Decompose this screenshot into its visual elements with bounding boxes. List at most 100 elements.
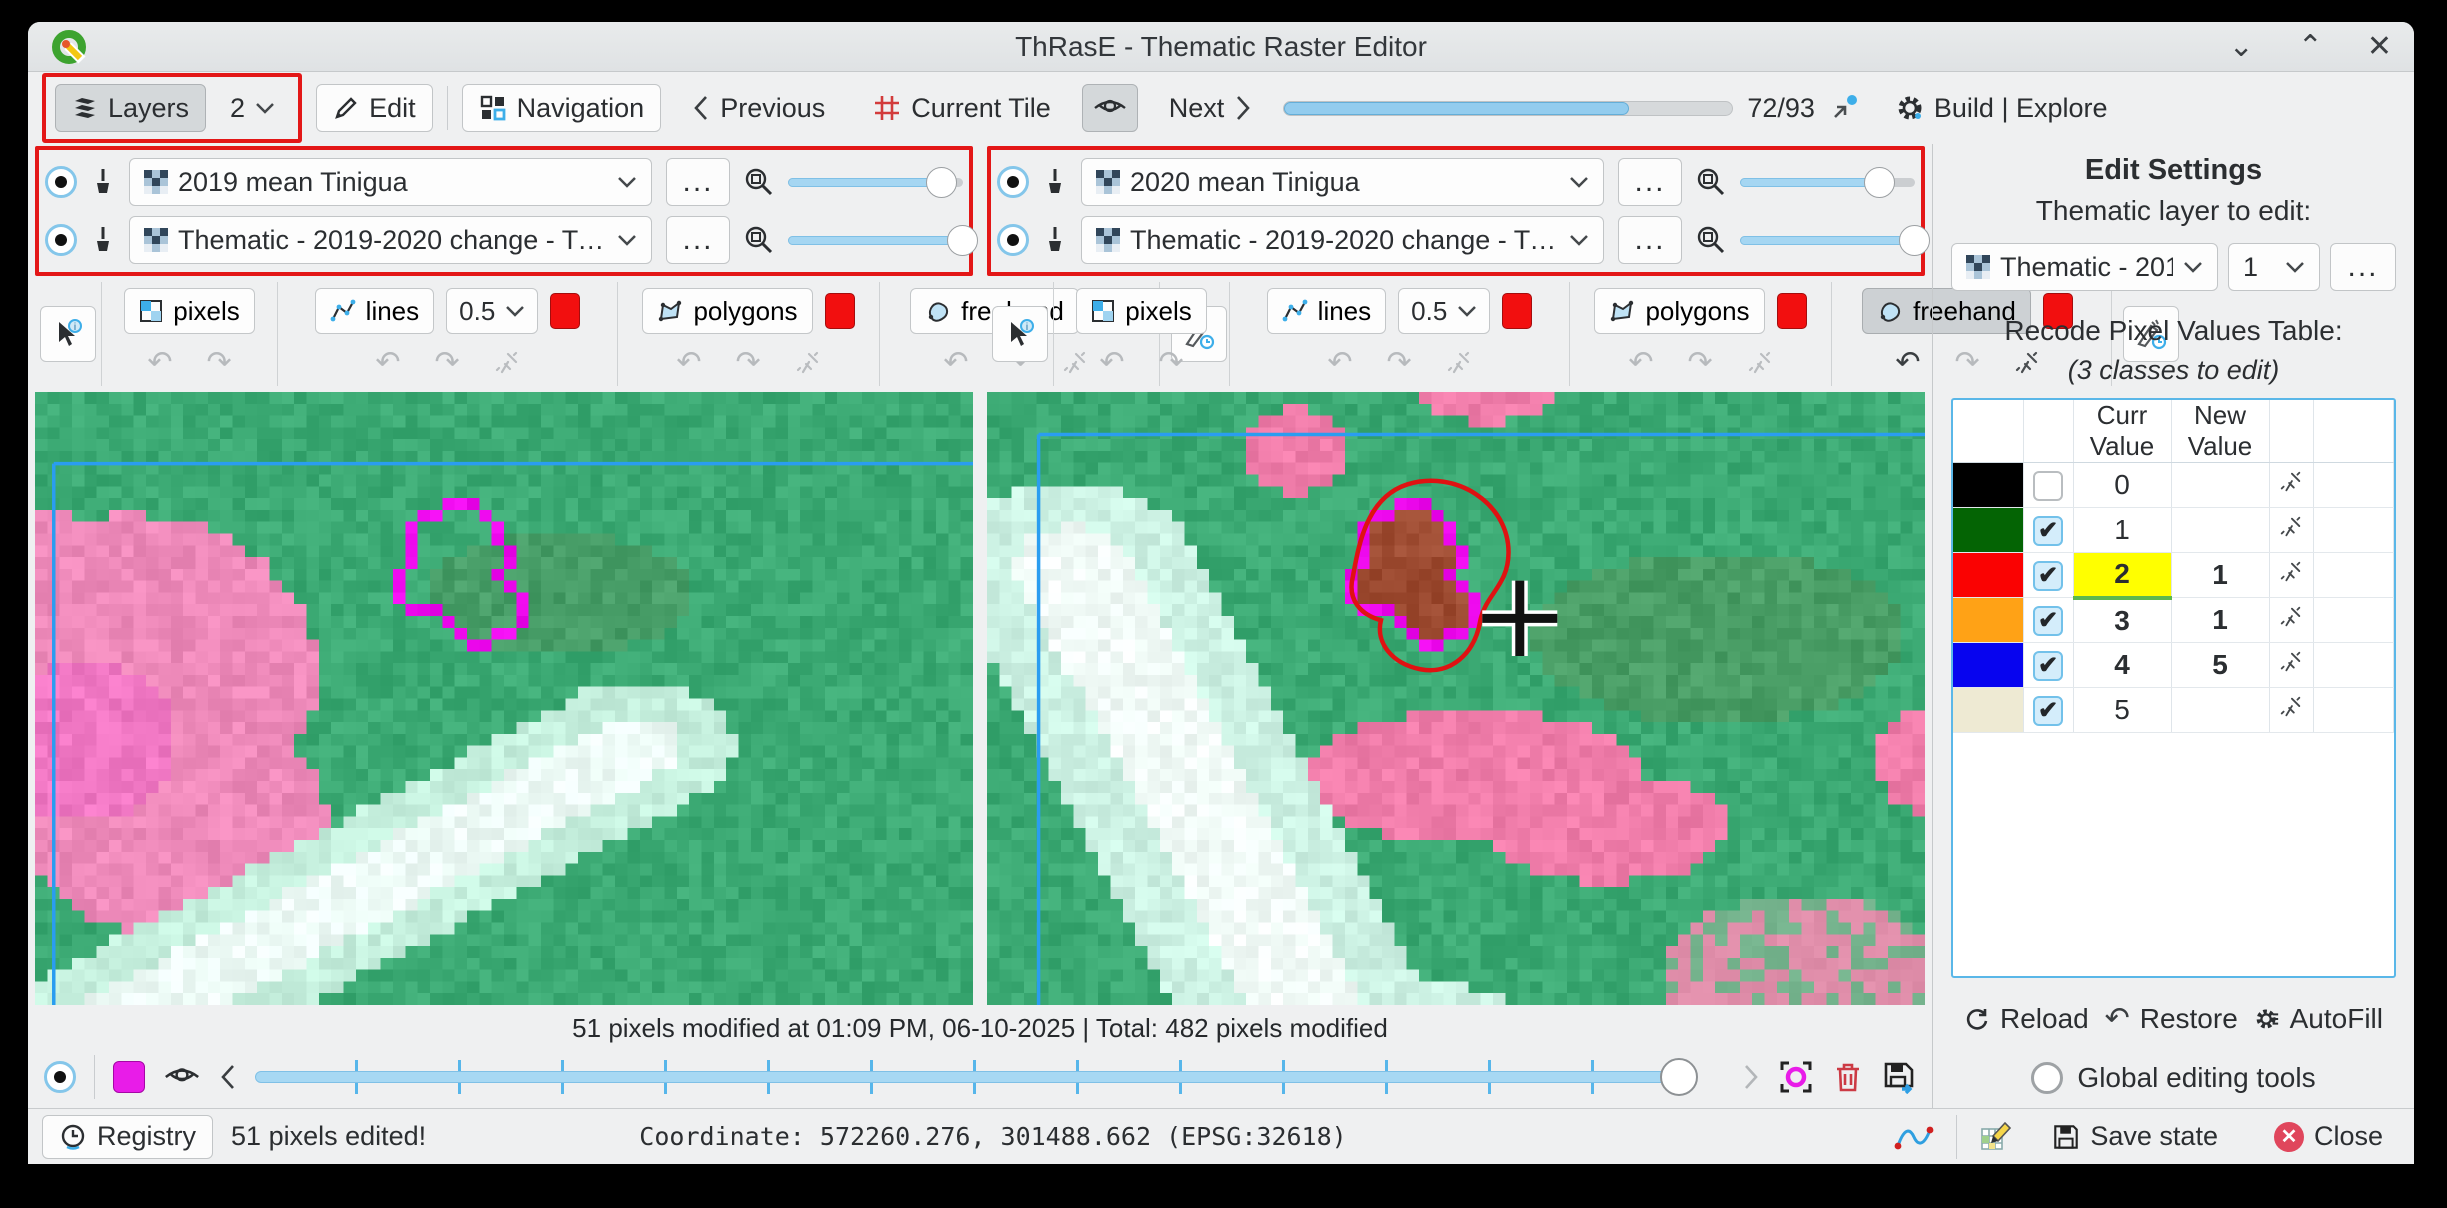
clean-row-icon[interactable] xyxy=(2279,605,2303,629)
class-enabled-checkbox[interactable] xyxy=(2033,606,2063,636)
paintbrush-icon[interactable] xyxy=(91,225,115,255)
build-explore-button[interactable]: Build | Explore xyxy=(1879,84,2125,132)
line-color-swatch[interactable] xyxy=(1502,293,1532,329)
chevron-left-icon[interactable] xyxy=(219,1063,237,1091)
zoom-to-layer-icon[interactable] xyxy=(744,225,774,255)
class-enabled-checkbox[interactable] xyxy=(2033,561,2063,591)
class-enabled-checkbox[interactable] xyxy=(2033,696,2063,726)
line-size-select[interactable]: 0.5 xyxy=(446,288,538,334)
previous-tile-button[interactable]: Previous xyxy=(675,84,842,132)
polygon-color-swatch[interactable] xyxy=(825,293,855,329)
undo-icon[interactable]: ↶ xyxy=(1895,348,1920,378)
redo-icon[interactable]: ↷ xyxy=(435,348,460,378)
pixels-tool-button[interactable]: pixels xyxy=(124,288,254,334)
band-select[interactable]: 1 xyxy=(2228,243,2320,291)
undo-icon[interactable]: ↶ xyxy=(676,348,701,378)
zoom-to-tile-icon[interactable] xyxy=(1829,93,1859,123)
minimize-icon[interactable]: ⌄ xyxy=(2229,32,2254,62)
lines-tool-button[interactable]: lines xyxy=(1267,288,1386,334)
delete-edits-icon[interactable] xyxy=(1832,1060,1864,1094)
polygons-tool-button[interactable]: polygons xyxy=(642,288,812,334)
save-edits-icon[interactable] xyxy=(1882,1060,1916,1094)
layer-select[interactable]: Thematic - 2019-2020 change - Tinigua xyxy=(1081,216,1604,264)
edit-raster-icon[interactable] xyxy=(1979,1120,2013,1154)
layer-select[interactable]: 2019 mean Tinigua xyxy=(129,158,652,206)
layer-select[interactable]: Thematic - 2019-2020 change - Tinigua xyxy=(129,216,652,264)
layer-opacity-slider[interactable] xyxy=(1740,222,1915,258)
new-value-cell[interactable] xyxy=(2171,508,2269,553)
zoom-to-edit-icon[interactable] xyxy=(1778,1059,1814,1095)
curr-value-cell[interactable]: 4 xyxy=(2073,643,2171,688)
redo-icon[interactable]: ↷ xyxy=(1387,348,1412,378)
edit-button[interactable]: Edit xyxy=(316,84,433,132)
tile-navigation-slider[interactable] xyxy=(255,1053,1724,1101)
curr-value-cell[interactable]: 5 xyxy=(2073,688,2171,733)
curr-value-cell[interactable]: 1 xyxy=(2073,508,2171,553)
layer-select[interactable]: 2020 mean Tinigua xyxy=(1081,158,1604,206)
clean-icon[interactable] xyxy=(1446,350,1472,376)
curr-value-cell[interactable]: 2 xyxy=(2073,553,2171,598)
new-value-cell[interactable] xyxy=(2171,463,2269,508)
redo-icon[interactable]: ↷ xyxy=(736,348,761,378)
layer-active-radio[interactable] xyxy=(45,166,77,198)
clean-row-icon[interactable] xyxy=(2279,470,2303,494)
navigation-button[interactable]: Navigation xyxy=(462,84,662,132)
redo-icon[interactable]: ↷ xyxy=(1688,348,1713,378)
chevron-right-icon[interactable] xyxy=(1742,1063,1760,1091)
undo-icon[interactable]: ↶ xyxy=(147,348,172,378)
layer-opacity-slider[interactable] xyxy=(1740,164,1915,200)
new-value-cell[interactable]: 1 xyxy=(2171,598,2269,643)
global-editing-tools-radio[interactable] xyxy=(2031,1062,2063,1094)
zoom-to-layer-icon[interactable] xyxy=(1696,225,1726,255)
clean-row-icon[interactable] xyxy=(2279,695,2303,719)
clean-icon[interactable] xyxy=(1747,350,1773,376)
undo-icon[interactable]: ↶ xyxy=(1628,348,1653,378)
zoom-to-layer-icon[interactable] xyxy=(744,167,774,197)
curr-value-cell[interactable]: 3 xyxy=(2073,598,2171,643)
layers-count-select[interactable]: 2 xyxy=(216,84,289,132)
current-tile-button[interactable]: Current Tile xyxy=(856,84,1068,132)
layer-active-radio[interactable] xyxy=(45,224,77,256)
clean-row-icon[interactable] xyxy=(2279,515,2303,539)
layer-opacity-slider[interactable] xyxy=(788,164,963,200)
undo-icon[interactable]: ↶ xyxy=(1327,348,1352,378)
new-value-cell[interactable]: 1 xyxy=(2171,553,2269,598)
polygon-color-swatch[interactable] xyxy=(1777,293,1807,329)
thematic-layer-select[interactable]: Thematic - 2019-2020 ch xyxy=(1951,243,2218,291)
eye-icon[interactable] xyxy=(163,1063,201,1091)
undo-icon[interactable]: ↶ xyxy=(943,348,968,378)
line-size-select[interactable]: 0.5 xyxy=(1398,288,1490,334)
current-class-swatch[interactable] xyxy=(113,1061,145,1093)
layer-more-button[interactable]: ... xyxy=(666,216,730,264)
registry-button[interactable]: Registry xyxy=(42,1115,213,1159)
maximize-icon[interactable]: ⌃ xyxy=(2298,32,2323,62)
next-tile-button[interactable]: Next xyxy=(1152,84,1270,132)
clean-row-icon[interactable] xyxy=(2279,650,2303,674)
restore-button[interactable]: ↶ Restore xyxy=(2098,996,2245,1042)
undo-icon[interactable]: ↶ xyxy=(1099,348,1124,378)
navigation-active-radio[interactable] xyxy=(44,1061,76,1093)
slider-handle[interactable] xyxy=(1660,1058,1698,1096)
curr-value-cell[interactable]: 0 xyxy=(2073,463,2171,508)
class-enabled-checkbox[interactable] xyxy=(2033,471,2063,501)
save-state-button[interactable]: Save state xyxy=(2035,1113,2235,1161)
line-color-swatch[interactable] xyxy=(550,293,580,329)
clean-icon[interactable] xyxy=(795,350,821,376)
layer-opacity-slider[interactable] xyxy=(788,222,963,258)
class-enabled-checkbox[interactable] xyxy=(2033,651,2063,681)
layer-active-radio[interactable] xyxy=(997,166,1029,198)
redo-icon[interactable]: ↷ xyxy=(207,348,232,378)
pixel-info-tool-button[interactable]: i xyxy=(40,306,96,362)
clean-row-icon[interactable] xyxy=(2279,560,2303,584)
clean-icon[interactable] xyxy=(494,350,520,376)
layer-more-button[interactable]: ... xyxy=(1618,158,1682,206)
autofill-button[interactable]: AutoFill xyxy=(2247,996,2390,1042)
symbology-more-button[interactable]: ... xyxy=(2330,243,2396,291)
map-canvas-right[interactable] xyxy=(987,392,1925,1005)
paintbrush-icon[interactable] xyxy=(1043,167,1067,197)
layers-button[interactable]: Layers xyxy=(55,84,206,132)
polygons-tool-button[interactable]: polygons xyxy=(1594,288,1764,334)
reload-button[interactable]: Reload xyxy=(1957,996,2096,1042)
redo-icon[interactable]: ↷ xyxy=(1159,348,1184,378)
undo-icon[interactable]: ↶ xyxy=(375,348,400,378)
